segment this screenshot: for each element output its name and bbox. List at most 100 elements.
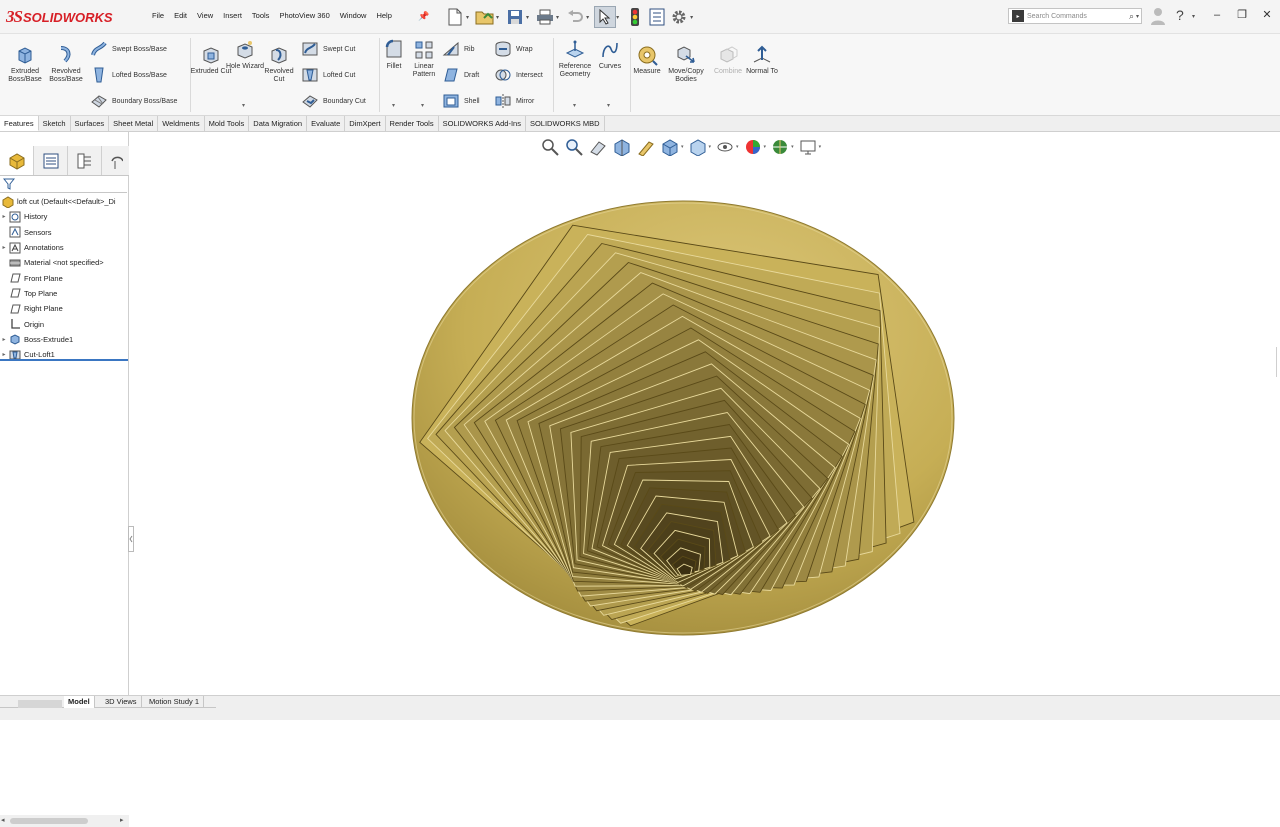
menu-insert[interactable]: Insert: [218, 10, 247, 22]
tree-item-top-plane[interactable]: Top Plane: [0, 286, 129, 301]
section-view-icon[interactable]: [612, 137, 632, 157]
tab-sketch[interactable]: Sketch: [39, 116, 71, 131]
pattern-dropdown-icon[interactable]: ▾: [421, 102, 424, 109]
help-dropdown-icon[interactable]: ▾: [1192, 13, 1195, 20]
edit-appearance-icon[interactable]: [743, 137, 763, 157]
file-properties-icon[interactable]: [646, 6, 668, 28]
tab-evaluate[interactable]: Evaluate: [307, 116, 346, 131]
scroll-right-icon[interactable]: ▸: [120, 816, 124, 824]
scroll-thumb[interactable]: [10, 818, 88, 824]
undo-icon[interactable]: [564, 6, 586, 28]
tree-item-right-plane[interactable]: Right Plane: [0, 301, 129, 316]
rollback-bar[interactable]: [0, 359, 128, 361]
tree-item-annotations[interactable]: ▸ Annotations: [0, 240, 129, 255]
right-panel-edge[interactable]: [1276, 347, 1280, 377]
help-icon[interactable]: ?: [1176, 7, 1184, 23]
revolved-cut-button[interactable]: Revolved Cut: [258, 44, 300, 84]
expand-arrow-icon[interactable]: ▸: [0, 244, 8, 251]
fillet-dropdown-icon[interactable]: ▾: [392, 102, 395, 109]
save-dropdown-icon[interactable]: ▾: [526, 14, 529, 21]
draft-button[interactable]: Draft: [442, 66, 479, 84]
scroll-left-icon[interactable]: ◂: [1, 816, 5, 824]
extruded-boss-button[interactable]: Extruded Boss/Base: [4, 44, 46, 84]
wrap-button[interactable]: Wrap: [494, 40, 533, 58]
rebuild-traffic-light-icon[interactable]: [624, 6, 646, 28]
tree-root-part[interactable]: loft cut (Default<<Default>_Di: [0, 194, 129, 209]
swept-boss-button[interactable]: Swept Boss/Base: [90, 40, 167, 58]
undo-dropdown-icon[interactable]: ▾: [586, 14, 589, 21]
lofted-boss-button[interactable]: Lofted Boss/Base: [90, 66, 167, 84]
options-gear-icon[interactable]: [668, 6, 690, 28]
graphics-area[interactable]: [130, 132, 1280, 695]
previous-view-icon[interactable]: [588, 137, 608, 157]
menu-window[interactable]: Window: [335, 10, 372, 22]
tab-navigation-buttons[interactable]: [18, 700, 62, 708]
open-folder-icon[interactable]: [474, 6, 496, 28]
close-icon[interactable]: ✕: [1260, 8, 1274, 22]
save-icon[interactable]: [504, 6, 526, 28]
menu-edit[interactable]: Edit: [169, 10, 192, 22]
menu-view[interactable]: View: [192, 10, 218, 22]
display-style-dropdown-icon[interactable]: ▾: [709, 144, 712, 150]
shell-button[interactable]: Shell: [442, 92, 480, 110]
configuration-manager-tab[interactable]: [68, 146, 102, 175]
dimxpert-manager-tab[interactable]: [102, 146, 129, 175]
apply-scene-icon[interactable]: [770, 137, 790, 157]
zoom-to-area-icon[interactable]: [564, 137, 584, 157]
options-dropdown-icon[interactable]: ▾: [690, 14, 693, 21]
boundary-boss-button[interactable]: Boundary Boss/Base: [90, 92, 177, 110]
lofted-cut-button[interactable]: Lofted Cut: [301, 66, 355, 84]
revolved-boss-button[interactable]: Revolved Boss/Base: [45, 44, 87, 84]
normal-to-button[interactable]: Normal To: [741, 44, 783, 76]
hide-show-dropdown-icon[interactable]: ▾: [736, 144, 739, 150]
expand-arrow-icon[interactable]: ▸: [0, 336, 8, 343]
pin-icon[interactable]: 📌: [418, 11, 429, 22]
move-copy-bodies-button[interactable]: Move/Copy Bodies: [665, 44, 707, 84]
curves-button[interactable]: Curves: [589, 39, 631, 71]
tree-item-material[interactable]: Material <not specified>: [0, 255, 129, 270]
select-cursor-icon[interactable]: [594, 6, 617, 28]
tab-model[interactable]: Model: [64, 696, 95, 708]
tree-item-boss-extrude1[interactable]: ▸ Boss-Extrude1: [0, 332, 129, 347]
user-account-icon[interactable]: [1150, 6, 1166, 26]
tab-addins[interactable]: SOLIDWORKS Add-Ins: [439, 116, 526, 131]
dynamic-annotation-icon[interactable]: [636, 137, 656, 157]
tree-item-origin[interactable]: Origin: [0, 316, 129, 331]
swept-cut-button[interactable]: Swept Cut: [301, 40, 355, 58]
linear-pattern-button[interactable]: Linear Pattern: [403, 39, 445, 79]
boundary-cut-button[interactable]: Boundary Cut: [301, 92, 366, 110]
expand-arrow-icon[interactable]: ▸: [0, 213, 8, 220]
reference-dropdown-icon[interactable]: ▾: [573, 102, 576, 109]
menu-photoview[interactable]: PhotoView 360: [274, 10, 334, 22]
tree-item-sensors[interactable]: Sensors: [0, 225, 129, 240]
search-dropdown-icon[interactable]: ▾: [1136, 13, 1139, 20]
tab-render-tools[interactable]: Render Tools: [386, 116, 439, 131]
curves-dropdown-icon[interactable]: ▾: [607, 102, 610, 109]
zoom-to-fit-icon[interactable]: [540, 137, 560, 157]
display-style-icon[interactable]: [688, 137, 708, 157]
filter-icon[interactable]: [2, 178, 16, 190]
tree-item-history[interactable]: ▸ History: [0, 209, 129, 224]
tab-data-migration[interactable]: Data Migration: [249, 116, 308, 131]
expand-arrow-icon[interactable]: ▸: [0, 351, 8, 358]
search-commands-box[interactable]: ▸ Search Commands ⌕ ▾: [1008, 8, 1142, 24]
intersect-button[interactable]: Intersect: [494, 66, 543, 84]
view-settings-dropdown-icon[interactable]: ▾: [819, 144, 822, 150]
tab-sheet-metal[interactable]: Sheet Metal: [109, 116, 159, 131]
menu-file[interactable]: File: [147, 10, 169, 22]
tab-surfaces[interactable]: Surfaces: [71, 116, 110, 131]
tab-motion-study[interactable]: Motion Study 1: [145, 696, 205, 708]
restore-icon[interactable]: ❐: [1235, 8, 1249, 22]
new-document-icon[interactable]: [444, 6, 466, 28]
tree-item-front-plane[interactable]: Front Plane: [0, 270, 129, 285]
tab-dimxpert[interactable]: DimXpert: [345, 116, 386, 131]
new-dropdown-icon[interactable]: ▾: [466, 14, 469, 21]
view-settings-icon[interactable]: [798, 137, 818, 157]
view-orientation-icon[interactable]: [660, 137, 680, 157]
scene-dropdown-icon[interactable]: ▾: [791, 144, 794, 150]
tab-weldments[interactable]: Weldments: [158, 116, 205, 131]
measure-button[interactable]: Measure: [626, 44, 668, 76]
rib-button[interactable]: Rib: [442, 40, 475, 58]
tab-mbd[interactable]: SOLIDWORKS MBD: [526, 116, 605, 131]
property-manager-tab[interactable]: [34, 146, 68, 175]
